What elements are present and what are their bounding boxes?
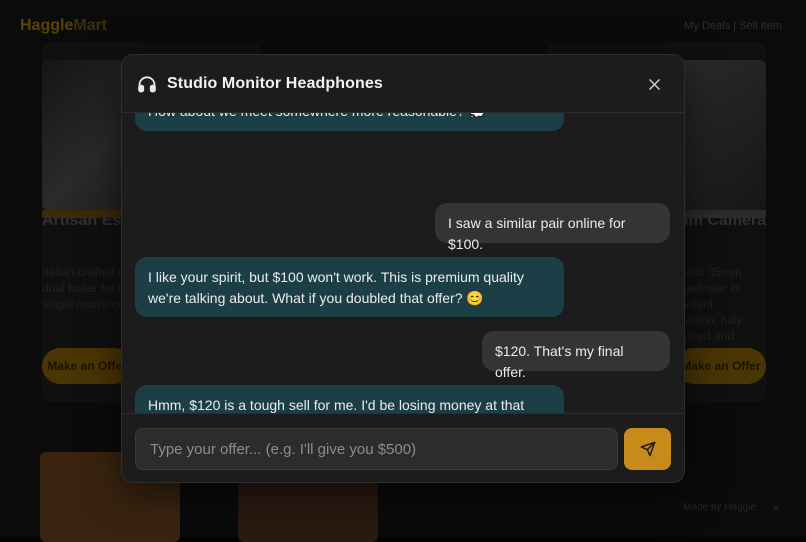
seller-message: How about we meet somewhere more reasona… [135, 113, 564, 131]
footer-note: Made by Haggle [683, 502, 756, 513]
send-icon [640, 441, 656, 457]
buyer-message: $120. That's my final offer. [482, 331, 670, 380]
close-icon[interactable] [644, 74, 664, 94]
make-offer-button[interactable]: Make an Offer [676, 348, 766, 384]
footer-close-icon[interactable]: ✕ [772, 504, 780, 515]
offer-input[interactable] [135, 428, 618, 470]
seller-message: Hmm, $120 is a tough sell for me. I'd be… [135, 385, 564, 413]
site-logo[interactable]: HaggleMart [20, 17, 107, 35]
seller-message: I like your spirit, but $100 won't work.… [135, 257, 564, 317]
offer-input-bar [122, 413, 684, 482]
buyer-message: I saw a similar pair online for $100. [435, 203, 670, 252]
modal-title: Studio Monitor Headphones [167, 74, 383, 92]
make-offer-button[interactable]: Make an Offer [42, 348, 132, 384]
negotiation-modal: Studio Monitor Headphones How about we m… [121, 54, 685, 483]
send-button[interactable] [624, 428, 671, 470]
chat-messages[interactable]: How about we meet somewhere more reasona… [122, 113, 684, 413]
headphones-icon [136, 73, 158, 95]
site-nav[interactable]: My Deals | Sell Item [684, 20, 782, 32]
modal-header: Studio Monitor Headphones [122, 55, 684, 113]
